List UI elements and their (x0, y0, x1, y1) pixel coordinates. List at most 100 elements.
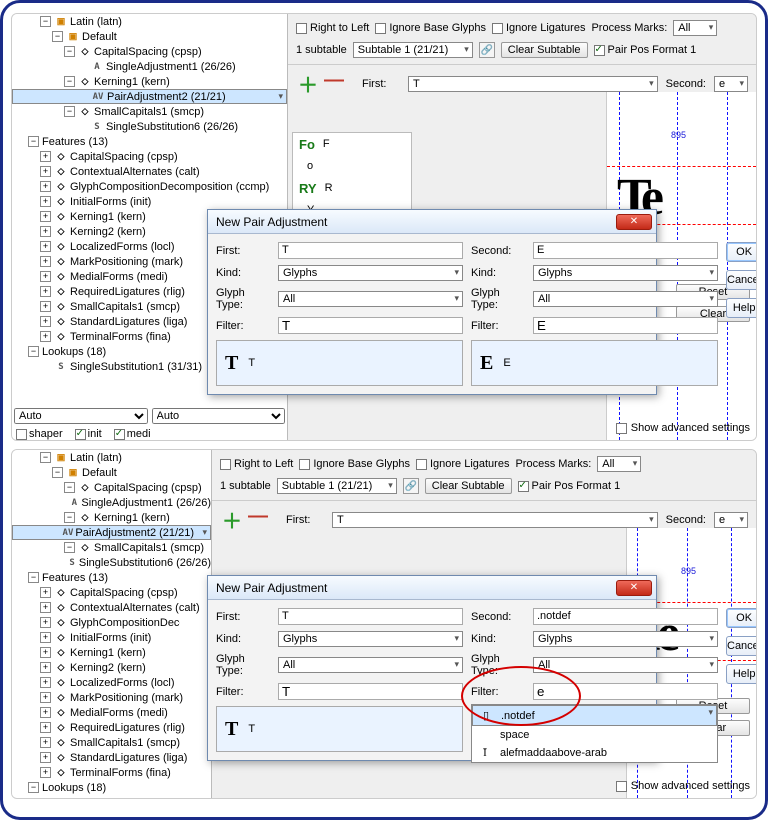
dlg-filter-first-input[interactable] (278, 683, 463, 700)
list-item[interactable]: Īalefmaddaabove-arab (472, 744, 717, 762)
cancel-button[interactable]: Cancel (726, 270, 757, 290)
cancel-button[interactable]: Cancel (726, 636, 757, 656)
tree-singleadj1[interactable]: SingleAdjustment1 (26/26) (106, 61, 236, 73)
list-item[interactable]: space (472, 726, 717, 744)
dlg-filter-first-input[interactable] (278, 317, 463, 334)
close-icon[interactable]: ✕ (616, 580, 652, 596)
tree-footer-select-right[interactable]: Auto (152, 408, 286, 424)
feature-icon: ◇ (54, 241, 68, 253)
first-glyph-select[interactable]: T (408, 76, 658, 92)
feature-icon: ◇ (54, 331, 68, 343)
dlg-filter-second-input[interactable] (533, 317, 718, 334)
clear-subtable-button[interactable]: Clear Subtable (501, 42, 588, 58)
tree-footer-select-left[interactable]: Auto (14, 408, 148, 424)
list-item[interactable]: ▯.notdef (472, 705, 717, 726)
ok-button[interactable]: OK (726, 242, 757, 262)
tree-feat[interactable]: StandardLigatures (liga) (70, 316, 187, 328)
remove-pair-icon[interactable]: — (324, 69, 344, 98)
process-marks-select[interactable]: All (597, 456, 641, 472)
tree-smcp[interactable]: SmallCapitals1 (smcp) (94, 106, 204, 118)
second-glyph-select[interactable]: e (714, 512, 748, 528)
dlg-glyphtype-select-2[interactable]: All (533, 657, 718, 673)
process-marks-select[interactable]: All (673, 20, 717, 36)
add-pair-icon[interactable]: ＋ (222, 505, 242, 534)
first-glyph-select[interactable]: T (332, 512, 658, 528)
dlg-glyphlist-second[interactable]: E E (471, 340, 718, 386)
link-icon[interactable]: 🔗 (403, 478, 419, 494)
tree-feat[interactable]: RequiredLigatures (rlig) (70, 286, 185, 298)
dlg-kind-select[interactable]: Glyphs (278, 631, 463, 647)
dlg-second-label: Second: (471, 245, 529, 257)
dlg-glyphtype-select[interactable]: All (278, 657, 463, 673)
show-advanced-settings[interactable]: Show advanced settings (616, 422, 750, 434)
tree-feat[interactable]: MedialForms (medi) (70, 271, 168, 283)
dlg-glyphlist-first[interactable]: T T (216, 340, 463, 386)
chk-ignorelig[interactable]: Ignore Ligatures (492, 22, 586, 34)
link-icon[interactable]: 🔗 (479, 42, 495, 58)
tree-pairadj2[interactable]: PairAdjustment2 (21/21) (107, 91, 226, 103)
help-button[interactable]: Help (726, 664, 757, 684)
tree-singlesub1[interactable]: SingleSubstitution1 (31/31) (70, 361, 202, 373)
chk-pairpos[interactable]: Pair Pos Format 1 (518, 480, 621, 492)
tree-latin[interactable]: Latin (latn) (70, 16, 122, 28)
tree-feat[interactable]: CapitalSpacing (cpsp) (70, 151, 178, 163)
chk-ignorebase[interactable]: Ignore Base Glyphs (299, 458, 410, 470)
clear-subtable-button[interactable]: Clear Subtable (425, 478, 512, 494)
tree-feat[interactable]: LocalizedForms (locl) (70, 241, 175, 253)
feature-icon: ◇ (78, 76, 92, 88)
tree-feat[interactable]: GlyphCompositionDecomposition (ccmp) (70, 181, 269, 193)
feature-icon: ◇ (78, 512, 92, 524)
chk-pairpos[interactable]: Pair Pos Format 1 (594, 44, 697, 56)
tree-default[interactable]: Default (82, 31, 117, 43)
lookup-icon: AV (91, 91, 105, 103)
second-label: Second: (666, 78, 706, 90)
tree-lookups[interactable]: Lookups (18) (42, 346, 106, 358)
ok-button[interactable]: OK (726, 608, 757, 628)
dlg-kind-select-2[interactable]: Glyphs (533, 265, 718, 281)
chk-ignorebase[interactable]: Ignore Base Glyphs (375, 22, 486, 34)
dlg-glyphtype-select-2[interactable]: All (533, 291, 718, 307)
second-glyph-select[interactable]: e (714, 76, 748, 92)
tree-kern1[interactable]: Kerning1 (kern) (94, 76, 170, 88)
tree-feat[interactable]: Kerning1 (kern) (70, 211, 146, 223)
chk-rtl[interactable]: Right to Left (296, 22, 369, 34)
lookup-icon: S (67, 557, 77, 569)
chk-medi[interactable]: medi (114, 428, 151, 440)
subtable-select[interactable]: Subtable 1 (21/21) (277, 478, 397, 494)
chk-shaper[interactable]: shaper (16, 428, 63, 440)
metric-895: 895 (671, 130, 686, 140)
tree-features[interactable]: Features (13) (42, 136, 108, 148)
dlg-glyphtype-select[interactable]: All (278, 291, 463, 307)
chk-ignorelig[interactable]: Ignore Ligatures (416, 458, 510, 470)
tree-feat[interactable]: InitialForms (init) (70, 196, 151, 208)
chk-rtl[interactable]: Right to Left (220, 458, 293, 470)
feature-icon: ◇ (54, 256, 68, 268)
tree-cpsp[interactable]: CapitalSpacing (cpsp) (94, 46, 202, 58)
tree-feat[interactable]: Kerning2 (kern) (70, 226, 146, 238)
tree-feat[interactable]: TerminalForms (fina) (70, 331, 171, 343)
dlg-kind-select-2[interactable]: Glyphs (533, 631, 718, 647)
dlg-filter-label: Filter: (216, 320, 274, 332)
show-advanced-settings[interactable]: Show advanced settings (616, 780, 750, 792)
feature-tree[interactable]: −▣Latin (latn) −▣Default −◇CapitalSpacin… (12, 450, 212, 798)
dlg-filter-second-input[interactable] (533, 683, 718, 700)
subtable-select[interactable]: Subtable 1 (21/21) (353, 42, 473, 58)
chk-init[interactable]: init (75, 428, 102, 440)
tree-feat[interactable]: SmallCapitals1 (smcp) (70, 301, 180, 313)
tree-feat[interactable]: MarkPositioning (mark) (70, 256, 183, 268)
remove-pair-icon[interactable]: — (248, 505, 268, 534)
close-icon[interactable]: ✕ (616, 214, 652, 230)
glyph-result-list[interactable]: ▯.notdef space Īalefmaddaabove-arab (471, 704, 718, 763)
dlg-glyphlist-first[interactable]: T T (216, 706, 463, 752)
help-button[interactable]: Help (726, 298, 757, 318)
add-pair-icon[interactable]: ＋ (298, 69, 318, 98)
feature-icon: ◇ (54, 271, 68, 283)
tree-singlesub6[interactable]: SingleSubstitution6 (26/26) (106, 121, 238, 133)
dlg-kind-select[interactable]: Glyphs (278, 265, 463, 281)
dlg-first-label: First: (216, 245, 274, 257)
new-pair-adjustment-dialog[interactable]: New Pair Adjustment ✕ First:T Kind:Glyph… (207, 209, 657, 395)
subtable-count: 1 subtable (296, 44, 347, 56)
feature-icon: ◇ (78, 106, 92, 118)
new-pair-adjustment-dialog[interactable]: New Pair Adjustment ✕ First:T Kind:Glyph… (207, 575, 657, 761)
tree-feat[interactable]: ContextualAlternates (calt) (70, 166, 200, 178)
